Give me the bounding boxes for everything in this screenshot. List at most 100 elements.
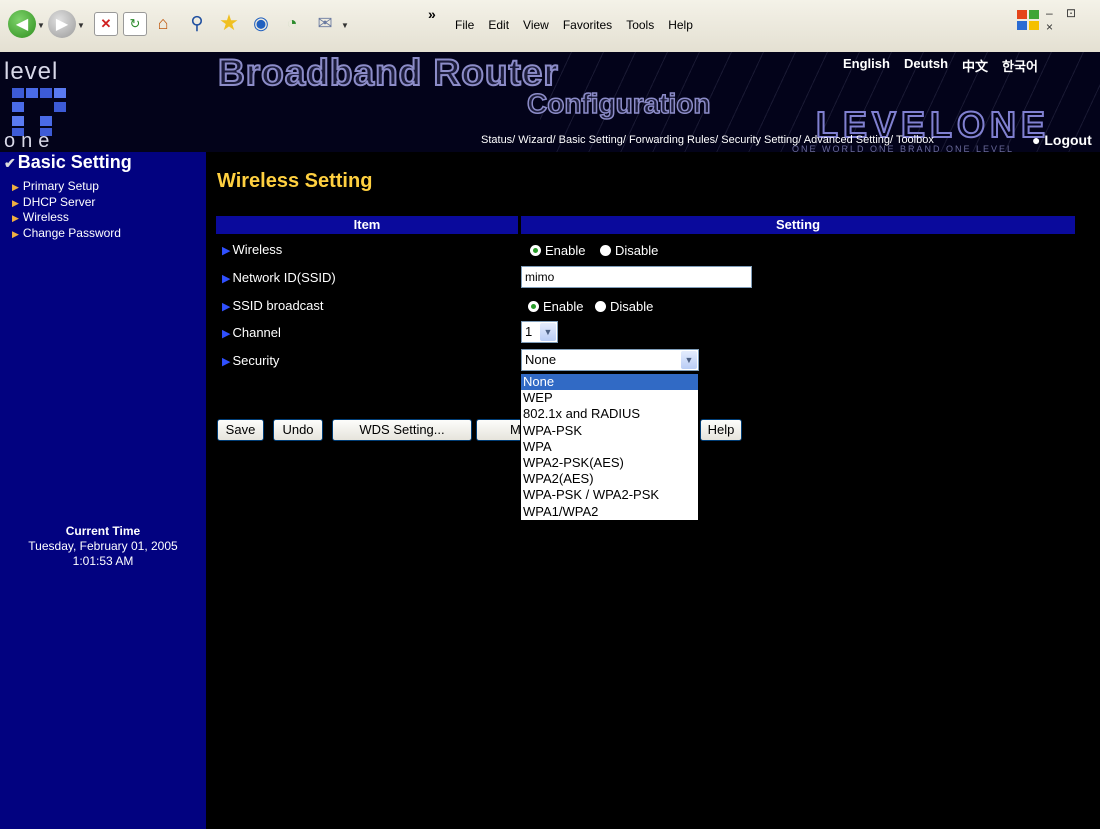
home-icon[interactable]: ⌂ xyxy=(152,12,174,34)
security-option-wpa2-aes[interactable]: WPA2(AES) xyxy=(521,471,698,487)
security-option-wpa-psk[interactable]: WPA-PSK xyxy=(521,423,698,439)
security-option-wpa2-psk-aes[interactable]: WPA2-PSK(AES) xyxy=(521,455,698,471)
sidebar-item-label: Wireless xyxy=(22,210,69,224)
forward-dropdown-icon[interactable]: ▼ xyxy=(77,21,85,30)
mail-icon[interactable]: ✉ xyxy=(314,12,336,34)
menu-favorites[interactable]: Favorites xyxy=(563,18,612,32)
row-label: Network ID(SSID) xyxy=(232,270,336,285)
broadcast-disable-radio[interactable]: Disable xyxy=(595,299,653,314)
row-label: SSID broadcast xyxy=(232,298,324,313)
security-option-8021x-radius[interactable]: 802.1x and RADIUS xyxy=(521,406,698,422)
stop-icon[interactable]: ✕ xyxy=(94,12,118,36)
security-option-wpa1-wpa2[interactable]: WPA1/WPA2 xyxy=(521,504,698,520)
security-option-wpa-psk-wpa2-psk[interactable]: WPA-PSK / WPA2-PSK xyxy=(521,487,698,503)
sidebar-item-wireless[interactable]: ▶ Wireless xyxy=(12,210,121,226)
arrow-icon: ▶ xyxy=(222,245,231,257)
row-label-ssid: ▶ Network ID(SSID) xyxy=(222,268,336,288)
sidebar-item-label: Change Password xyxy=(22,225,121,240)
menu-bar: File Edit View Favorites Tools Help xyxy=(455,18,693,32)
refresh-icon[interactable]: ↻ xyxy=(123,12,147,36)
history-icon[interactable]: ◔ xyxy=(281,12,303,34)
row-label-security: ▶ Security xyxy=(222,351,279,371)
sidebar: ✔ Basic Setting ▶ Primary Setup ▶ DHCP Serv… xyxy=(0,152,206,829)
wds-setting-button[interactable]: WDS Setting... xyxy=(332,419,472,441)
banner-subtitle: Configuration xyxy=(526,87,711,120)
arrow-icon: ▶ xyxy=(12,197,19,208)
row-label: Wireless xyxy=(232,242,283,257)
language-selector: English Deutsh 中文 한국어 xyxy=(843,56,1038,75)
table-header: Item Setting xyxy=(216,216,1075,234)
sidebar-title-text: Basic Setting xyxy=(17,152,132,172)
current-time-label: Current Time xyxy=(65,524,141,538)
page-title: Wireless Setting xyxy=(217,170,373,192)
toolbar-overflow-icon[interactable]: » xyxy=(428,6,436,22)
arrow-icon: ▶ xyxy=(12,228,19,239)
chevron-down-icon: ▼ xyxy=(681,351,697,369)
security-select[interactable]: None ▼ xyxy=(521,349,699,371)
sidebar-item-dhcp-server[interactable]: ▶ DHCP Server xyxy=(12,195,121,211)
chevron-down-icon: ▼ xyxy=(540,323,556,341)
radio-label: Disable xyxy=(615,243,659,258)
sidebar-item-label: Primary Setup xyxy=(22,179,99,193)
row-label: Channel xyxy=(232,325,281,340)
radio-label: Enable xyxy=(545,243,586,258)
forward-icon[interactable]: ▶ xyxy=(48,10,76,38)
lang-chinese[interactable]: 中文 xyxy=(962,56,988,75)
back-dropdown-icon[interactable]: ▼ xyxy=(37,21,45,30)
row-label-channel: ▶ Channel xyxy=(222,323,281,343)
sidebar-item-label: DHCP Server xyxy=(22,194,96,209)
channel-value: 1 xyxy=(525,324,533,339)
favorites-icon[interactable]: ★ xyxy=(218,10,240,35)
lang-korean[interactable]: 한국어 xyxy=(1002,56,1038,75)
row-label: Security xyxy=(232,353,280,368)
arrow-icon: ▶ xyxy=(222,301,231,313)
arrow-icon: ▶ xyxy=(222,273,231,285)
back-icon[interactable]: ◀ xyxy=(8,10,36,38)
column-header-item: Item xyxy=(216,216,518,234)
menu-file[interactable]: File xyxy=(455,18,474,32)
wireless-disable-radio[interactable]: Disable xyxy=(600,243,658,258)
arrow-icon: ▶ xyxy=(12,182,19,192)
lang-deutsh[interactable]: Deutsh xyxy=(904,56,948,75)
menu-tools[interactable]: Tools xyxy=(626,18,654,32)
undo-button[interactable]: Undo xyxy=(273,419,323,441)
search-icon[interactable]: ⚲ xyxy=(186,12,208,34)
sidebar-title: ✔ Basic Setting xyxy=(4,152,132,173)
windows-logo-icon xyxy=(1017,10,1039,30)
sidebar-item-primary-setup[interactable]: ▶ Primary Setup xyxy=(12,179,121,195)
radio-checked-icon xyxy=(530,245,541,257)
arrow-icon: ▶ xyxy=(12,213,19,223)
column-header-setting: Setting xyxy=(521,216,1075,234)
help-button[interactable]: Help xyxy=(700,419,742,441)
current-clock: 1:01:53 AM xyxy=(72,554,134,568)
logo-text-bottom: one xyxy=(4,130,56,152)
channel-select[interactable]: 1 ▼ xyxy=(521,321,558,343)
menu-help[interactable]: Help xyxy=(668,18,693,32)
lang-english[interactable]: English xyxy=(843,56,890,75)
sidebar-menu: ▶ Primary Setup ▶ DHCP Server ▶ Wireless ▶ C… xyxy=(12,179,121,241)
banner-title: Broadband Router xyxy=(217,52,559,94)
broadcast-enable-radio[interactable]: Enable xyxy=(528,299,583,314)
ssid-input[interactable]: mimo xyxy=(521,266,752,288)
radio-unchecked-icon xyxy=(600,245,611,257)
sidebar-item-change-password[interactable]: ▶ Change Password xyxy=(12,226,121,242)
mail-dropdown-icon[interactable]: ▼ xyxy=(341,21,349,30)
top-nav-links[interactable]: Status/ Wizard/ Basic Setting/ Forwardin… xyxy=(481,134,934,146)
arrow-icon: ▶ xyxy=(222,328,231,340)
menu-view[interactable]: View xyxy=(523,18,549,32)
window-controls[interactable]: – ⊡ × xyxy=(1046,6,1100,34)
menu-edit[interactable]: Edit xyxy=(488,18,509,32)
current-date: Tuesday, February 01, 2005 xyxy=(28,539,178,553)
wireless-enable-radio[interactable]: Enable xyxy=(530,243,585,258)
arrow-icon: ▶ xyxy=(222,356,231,368)
radio-label: Disable xyxy=(610,299,654,314)
save-button[interactable]: Save xyxy=(217,419,264,441)
media-icon[interactable]: ◉ xyxy=(250,12,272,34)
security-dropdown-list: None WEP 802.1x and RADIUS WPA-PSK WPA W… xyxy=(520,373,699,521)
radio-checked-icon xyxy=(528,301,539,313)
security-option-none[interactable]: None xyxy=(521,374,698,391)
security-option-wpa[interactable]: WPA xyxy=(521,439,698,455)
logout-link[interactable]: ● Logout xyxy=(1032,132,1092,148)
security-option-wep[interactable]: WEP xyxy=(521,390,698,406)
radio-label: Enable xyxy=(543,299,584,314)
